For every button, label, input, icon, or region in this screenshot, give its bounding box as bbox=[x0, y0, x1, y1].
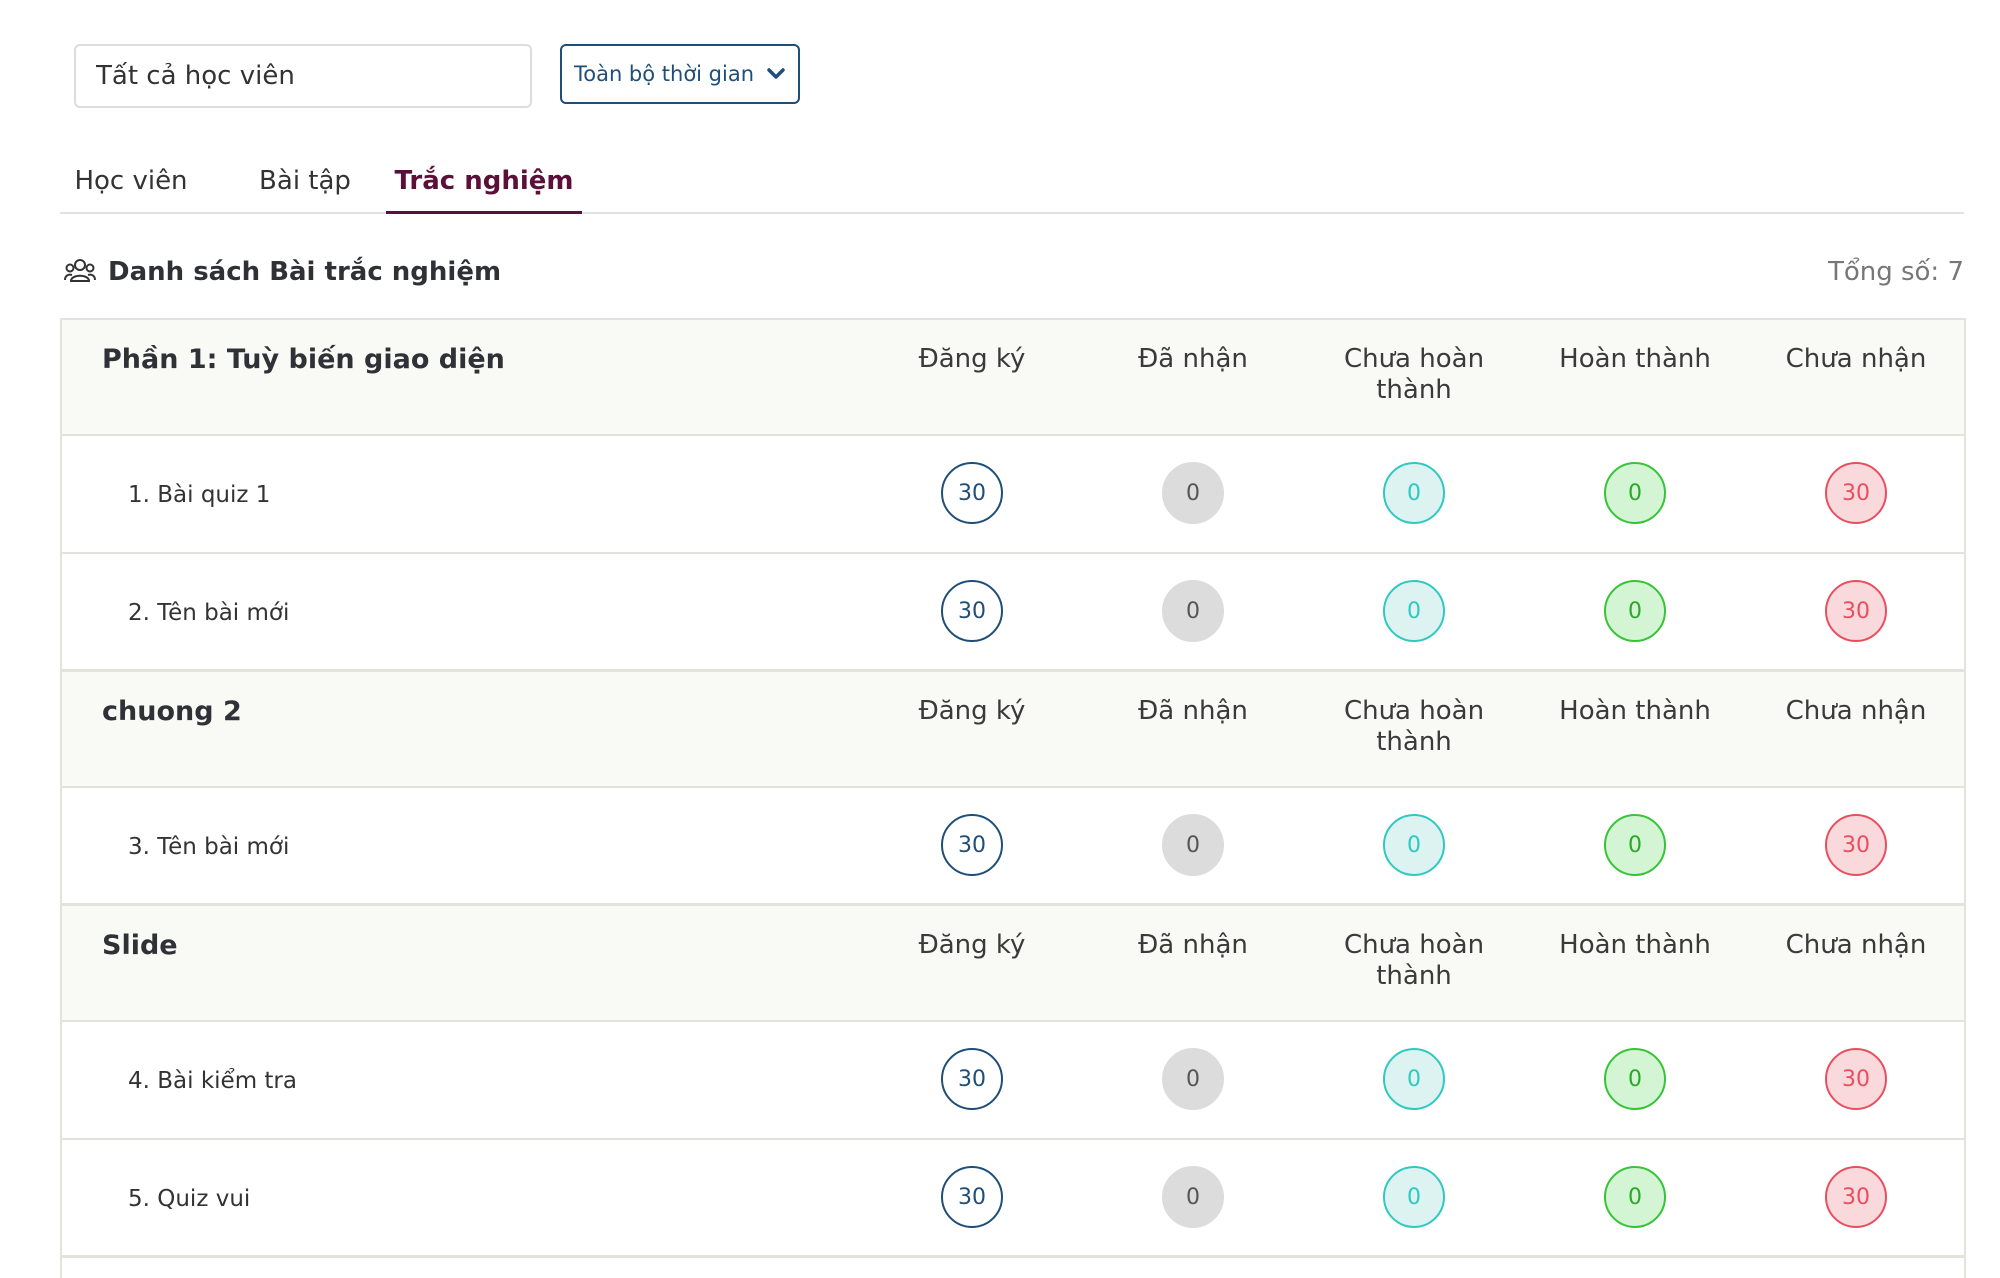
col-not-received: Chưa nhận bbox=[1785, 344, 1927, 374]
badge-received[interactable]: 0 bbox=[1162, 1048, 1224, 1110]
col-completed: Hoàn thành bbox=[1559, 344, 1711, 374]
badge-registered[interactable]: 30 bbox=[941, 462, 1003, 524]
item-title[interactable]: 2. Tên bài mới bbox=[128, 554, 289, 672]
table-row[interactable]: 4. Bài kiểm tra 30 0 0 0 30 bbox=[62, 1022, 1964, 1140]
table-row[interactable]: 2. Tên bài mới 30 0 0 0 30 bbox=[62, 554, 1964, 672]
badge-not-received[interactable]: 30 bbox=[1825, 814, 1887, 876]
badge-incomplete[interactable]: 0 bbox=[1383, 814, 1445, 876]
badge-not-received[interactable]: 30 bbox=[1825, 1166, 1887, 1228]
badge-incomplete[interactable]: 0 bbox=[1383, 580, 1445, 642]
col-incomplete: Chưa hoàn thành bbox=[1343, 696, 1485, 757]
users-group-icon bbox=[64, 257, 96, 287]
tab-quizzes[interactable]: Trắc nghiệm bbox=[386, 150, 582, 214]
badge-incomplete[interactable]: 0 bbox=[1383, 462, 1445, 524]
chevron-down-icon bbox=[766, 67, 786, 81]
badge-received[interactable]: 0 bbox=[1162, 462, 1224, 524]
section-header-row: chuong 2 Đăng ký Đã nhận Chưa hoàn thành… bbox=[62, 672, 1964, 788]
col-received: Đã nhận bbox=[1138, 696, 1248, 726]
badge-completed[interactable]: 0 bbox=[1604, 1048, 1666, 1110]
item-title[interactable]: 3. Tên bài mới bbox=[128, 788, 289, 906]
time-range-select[interactable]: Toàn bộ thời gian bbox=[560, 44, 800, 104]
col-received: Đã nhận bbox=[1138, 930, 1248, 960]
badge-completed[interactable]: 0 bbox=[1604, 580, 1666, 642]
total-count: Tổng số: 7 bbox=[1827, 257, 1964, 287]
badge-completed[interactable]: 0 bbox=[1604, 462, 1666, 524]
tab-students[interactable]: Học viên bbox=[68, 150, 194, 212]
quiz-table: Phần 1: Tuỳ biến giao diện Đăng ký Đã nh… bbox=[60, 318, 1966, 1278]
badge-received[interactable]: 0 bbox=[1162, 814, 1224, 876]
badge-not-received[interactable]: 30 bbox=[1825, 1048, 1887, 1110]
student-filter-input[interactable] bbox=[74, 44, 532, 108]
section-title: chuong 2 bbox=[102, 696, 242, 727]
list-title: Danh sách Bài trắc nghiệm bbox=[108, 257, 502, 287]
table-row[interactable]: 3. Tên bài mới 30 0 0 0 30 bbox=[62, 788, 1964, 906]
col-received: Đã nhận bbox=[1138, 344, 1248, 374]
badge-completed[interactable]: 0 bbox=[1604, 814, 1666, 876]
col-completed: Hoàn thành bbox=[1559, 696, 1711, 726]
section-header-row: Slide Đăng ký Đã nhận Chưa hoàn thành Ho… bbox=[62, 906, 1964, 1022]
badge-not-received[interactable]: 30 bbox=[1825, 580, 1887, 642]
item-title[interactable]: 4. Bài kiểm tra bbox=[128, 1022, 297, 1140]
col-not-received: Chưa nhận bbox=[1785, 930, 1927, 960]
badge-not-received[interactable]: 30 bbox=[1825, 462, 1887, 524]
section-title: Slide bbox=[102, 930, 178, 961]
col-incomplete: Chưa hoàn thành bbox=[1343, 930, 1485, 991]
list-header: Danh sách Bài trắc nghiệm Tổng số: 7 bbox=[64, 252, 1964, 292]
badge-received[interactable]: 0 bbox=[1162, 580, 1224, 642]
badge-registered[interactable]: 30 bbox=[941, 814, 1003, 876]
badge-registered[interactable]: 30 bbox=[941, 580, 1003, 642]
item-title[interactable]: 5. Quiz vui bbox=[128, 1140, 250, 1258]
tab-bar: Học viên Bài tập Trắc nghiệm bbox=[60, 150, 1964, 214]
col-registered: Đăng ký bbox=[918, 930, 1026, 960]
col-completed: Hoàn thành bbox=[1559, 930, 1711, 960]
badge-completed[interactable]: 0 bbox=[1604, 1166, 1666, 1228]
table-row[interactable]: 5. Quiz vui 30 0 0 0 30 bbox=[62, 1140, 1964, 1258]
badge-incomplete[interactable]: 0 bbox=[1383, 1166, 1445, 1228]
section-title: Phần 1: Tuỳ biến giao diện bbox=[102, 344, 505, 375]
col-registered: Đăng ký bbox=[918, 696, 1026, 726]
col-registered: Đăng ký bbox=[918, 344, 1026, 374]
badge-registered[interactable]: 30 bbox=[941, 1048, 1003, 1110]
col-incomplete: Chưa hoàn thành bbox=[1343, 344, 1485, 405]
badge-received[interactable]: 0 bbox=[1162, 1166, 1224, 1228]
badge-registered[interactable]: 30 bbox=[941, 1166, 1003, 1228]
col-not-received: Chưa nhận bbox=[1785, 696, 1927, 726]
time-range-label: Toàn bộ thời gian bbox=[573, 62, 755, 86]
section-header-row: Phần 1: Tuỳ biến giao diện Đăng ký Đã nh… bbox=[62, 320, 1964, 436]
tab-assignments[interactable]: Bài tập bbox=[246, 150, 364, 212]
table-row[interactable]: 1. Bài quiz 1 30 0 0 0 30 bbox=[62, 436, 1964, 554]
item-title[interactable]: 1. Bài quiz 1 bbox=[128, 436, 270, 554]
badge-incomplete[interactable]: 0 bbox=[1383, 1048, 1445, 1110]
